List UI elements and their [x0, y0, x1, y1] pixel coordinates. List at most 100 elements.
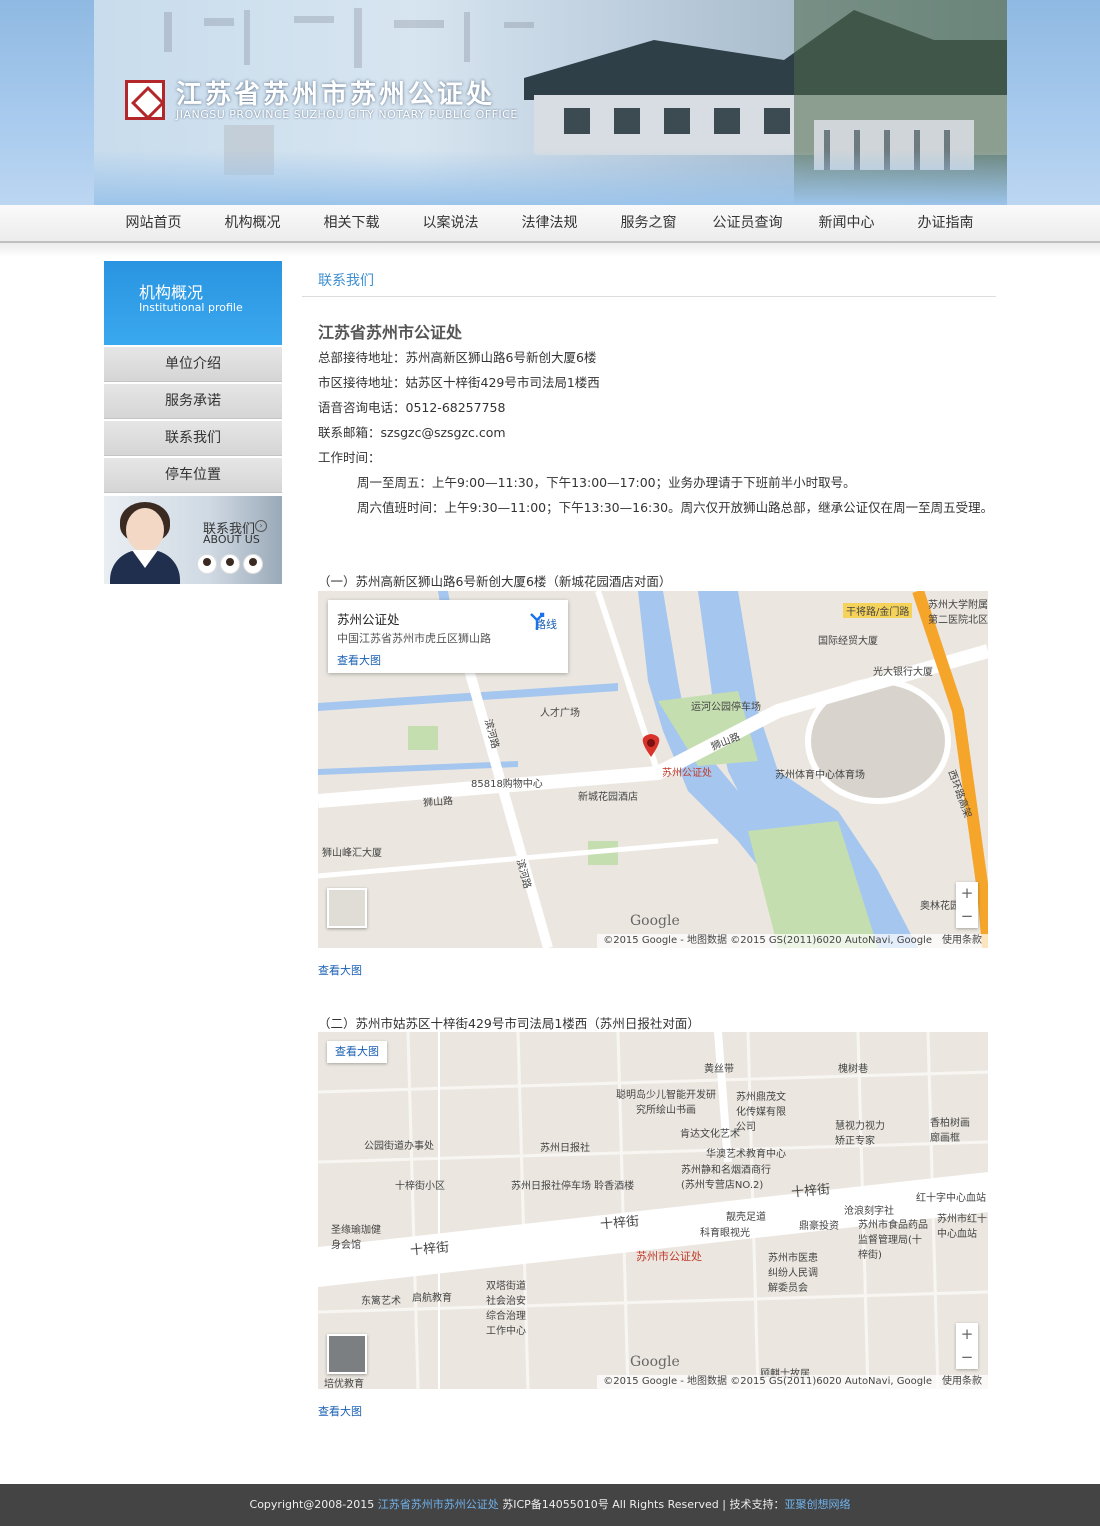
map1-google-logo: Google: [630, 913, 680, 929]
map2-label-py: 培优教育: [324, 1379, 364, 1389]
map1-card-address: 中国江苏省苏州市虎丘区狮山路: [337, 632, 491, 645]
map1-label-hotel: 新城花园酒店: [578, 792, 638, 803]
map2-zoom-controls: + −: [956, 1323, 978, 1369]
map2-satellite-toggle[interactable]: [327, 1334, 367, 1374]
nav-notary-search[interactable]: 公证员查询: [698, 205, 797, 241]
footer-tech-link[interactable]: 亚聚创想网络: [784, 1498, 850, 1511]
map1-label-road-shishan: 狮山路: [422, 795, 454, 810]
map1-label-mall: 85818购物中心: [471, 779, 543, 790]
map1-label-fenghui: 狮山峰汇大厦: [322, 848, 382, 859]
nav-downloads[interactable]: 相关下载: [302, 205, 401, 241]
hq-address: 总部接待地址：苏州高新区狮山路6号新创大厦6楼: [318, 350, 597, 365]
avatar-icon: [220, 554, 240, 574]
map2-label-jj: 苏州静和名烟酒商行(苏州专营店NO.2): [681, 1165, 771, 1191]
arrow-right-icon: ›: [255, 520, 267, 532]
map2-label-sta: 双塔街道社会治安综合治理工作中心: [486, 1281, 526, 1337]
map1-label-park: 运河公园停车场: [691, 702, 761, 713]
map2[interactable]: 黄丝带 槐树巷 聪明岛少儿智能开发研究所绘山书画 苏州鼎茂文化传媒有限公司 肯达…: [318, 1032, 988, 1389]
avatar-icon: [197, 554, 217, 574]
sidebar-item-commitment[interactable]: 服务承诺: [104, 384, 282, 419]
phone: 语音咨询电话：0512-68257758: [318, 400, 506, 415]
map1[interactable]: 干将路/金门路 苏州大学附属第二医院北区 国际经贸大厦 光大银行大厦 人才广场 …: [318, 591, 988, 948]
footer: Copyright@2008-2015 江苏省苏州市苏州公证处 苏ICP备140…: [0, 1484, 1100, 1526]
map2-label-rb: 苏州日报社: [540, 1143, 590, 1154]
org-name: 江苏省苏州市公证处: [318, 323, 463, 342]
zoom-out-button[interactable]: −: [956, 905, 978, 928]
map2-label-yl: 圣缘瑜珈健身会馆: [331, 1225, 381, 1251]
map2-label-road-szj-3: 十梓街: [409, 1240, 450, 1259]
nav-news[interactable]: 新闻中心: [797, 205, 896, 241]
map2-label-dl: 东篱艺术: [361, 1296, 401, 1307]
nav-guide[interactable]: 办证指南: [896, 205, 995, 241]
banner-mist: [94, 150, 1007, 205]
map1-layer-toggle[interactable]: [327, 888, 367, 928]
nav-laws[interactable]: 法律法规: [500, 205, 599, 241]
map2-label-hsd: 黄丝带: [704, 1064, 734, 1075]
nav-cases[interactable]: 以案说法: [401, 205, 500, 241]
nav-services[interactable]: 服务之窗: [599, 205, 698, 241]
map1-label-gd: 光大银行大厦: [873, 667, 933, 678]
sidebar-item-intro[interactable]: 单位介绍: [104, 347, 282, 382]
sidebar-item-parking[interactable]: 停车位置: [104, 458, 282, 493]
zoom-out-button[interactable]: −: [956, 1346, 978, 1369]
contact-banner-label-en: ABOUT US: [203, 533, 260, 546]
map1-attribution[interactable]: ©2015 Google - 地图数据 ©2015 GS(2011)6020 A…: [597, 934, 988, 948]
hours-label: 工作时间：: [318, 450, 381, 465]
nav-shadow: [0, 243, 1100, 257]
map1-label-hospital: 苏州大学附属第二医院北区: [928, 600, 988, 626]
sidebar-subtitle: Institutional profile: [139, 301, 243, 314]
content-divider: [302, 296, 996, 297]
map2-label-hsg: 慧视力视力矫正专家: [835, 1121, 885, 1147]
logo-icon: [125, 80, 165, 120]
map1-label-gym: 苏州体育中心体育场: [775, 770, 865, 781]
contact-us-banner[interactable]: 联系我们 › ABOUT US: [104, 496, 282, 584]
map1-card-title: 苏州公证处: [337, 612, 400, 627]
site-subtitle: JIANGSU PROVINCE SUZHOU CITY NOTARY PUBL…: [176, 108, 518, 121]
map2-label-notary: 苏州市公证处: [636, 1250, 702, 1263]
map1-label-talent: 人才广场: [540, 708, 580, 719]
map1-caption: （一）苏州高新区狮山路6号新创大厦6楼（新城花园酒店对面）: [318, 574, 672, 589]
map2-label-smart: 聪明岛少儿智能开发研究所绘山书画: [616, 1090, 716, 1116]
map1-card-view-large[interactable]: 查看大图: [337, 652, 381, 668]
saturday-hours: 周六值班时间：上午9:30—11:00；下午13:30—16:30。周六仅开放狮…: [357, 500, 994, 515]
map2-label-hsx: 槐树巷: [838, 1064, 868, 1075]
header-banner: 江苏省苏州市苏州公证处 JIANGSU PROVINCE SUZHOU CITY…: [94, 0, 1007, 205]
map2-label-red2: 苏州市红十中心血站: [937, 1214, 987, 1240]
map2-view-large-button[interactable]: 查看大图: [327, 1041, 387, 1063]
map1-route-button[interactable]: 路线: [528, 612, 564, 632]
map2-label-hy: 华澳艺术教育中心: [706, 1149, 786, 1160]
map2-label-lq: 沧浪刻字社: [844, 1206, 894, 1217]
map1-label-olympic: 奥林花园: [920, 901, 960, 912]
map2-attribution[interactable]: ©2015 Google - 地图数据 ©2015 GS(2011)6020 A…: [597, 1375, 988, 1389]
footer-org-link[interactable]: 江苏省苏州市苏州公证处: [378, 1498, 499, 1511]
sidebar-item-contact[interactable]: 联系我们: [104, 421, 282, 456]
map2-view-large-link[interactable]: 查看大图: [318, 1403, 362, 1419]
map2-label-rbp: 苏州日报社停车场 聆香酒楼: [511, 1181, 635, 1192]
footer-copyright: Copyright@2008-2015: [249, 1498, 378, 1511]
map2-label-food: 苏州市食品药品监督管理局(十梓街): [858, 1220, 928, 1261]
main-nav: 网站首页 机构概况 相关下载 以案说法 法律法规 服务之窗 公证员查询 新闻中心…: [0, 205, 1100, 243]
map2-label-red: 红十字中心血站: [916, 1193, 986, 1204]
map1-view-large-link[interactable]: 查看大图: [318, 962, 362, 978]
directions-icon: [530, 612, 545, 630]
page-breadcrumb: 联系我们: [318, 273, 374, 289]
email: 联系邮箱：szsgzc@szsgzc.com: [318, 425, 506, 440]
nav-home[interactable]: 网站首页: [104, 205, 203, 241]
zoom-in-button[interactable]: +: [956, 882, 978, 905]
map2-label-road-szj-1: 十梓街: [790, 1182, 831, 1201]
map1-label-gj: 干将路/金门路: [843, 603, 913, 618]
map2-label-jd: 公园街道办事处: [364, 1141, 434, 1152]
map1-info-card: 苏州公证处 中国江苏省苏州市虎丘区狮山路 查看大图 路线: [328, 600, 568, 673]
map2-label-szj: 十梓街小区: [395, 1181, 445, 1192]
map2-label-my: 苏州市医患纠纷人民调解委员会: [768, 1253, 818, 1294]
map1-label-office: 苏州公证处: [662, 768, 712, 779]
footer-icp: 苏ICP备14055010号 All Rights Reserved | 技术支…: [498, 1498, 785, 1511]
map2-google-logo: Google: [630, 1354, 680, 1370]
map2-caption: （二）苏州市姑苏区十梓街429号市司法局1楼西（苏州日报社对面）: [318, 1016, 700, 1031]
site-title: 江苏省苏州市苏州公证处: [176, 80, 496, 110]
nav-about[interactable]: 机构概况: [203, 205, 302, 241]
map2-label-kd: 肯达文化艺术: [680, 1129, 740, 1140]
zoom-in-button[interactable]: +: [956, 1323, 978, 1346]
sidebar-header: 机构概况 Institutional profile: [104, 261, 282, 345]
map2-label-ky: 科育眼视光: [700, 1228, 750, 1239]
